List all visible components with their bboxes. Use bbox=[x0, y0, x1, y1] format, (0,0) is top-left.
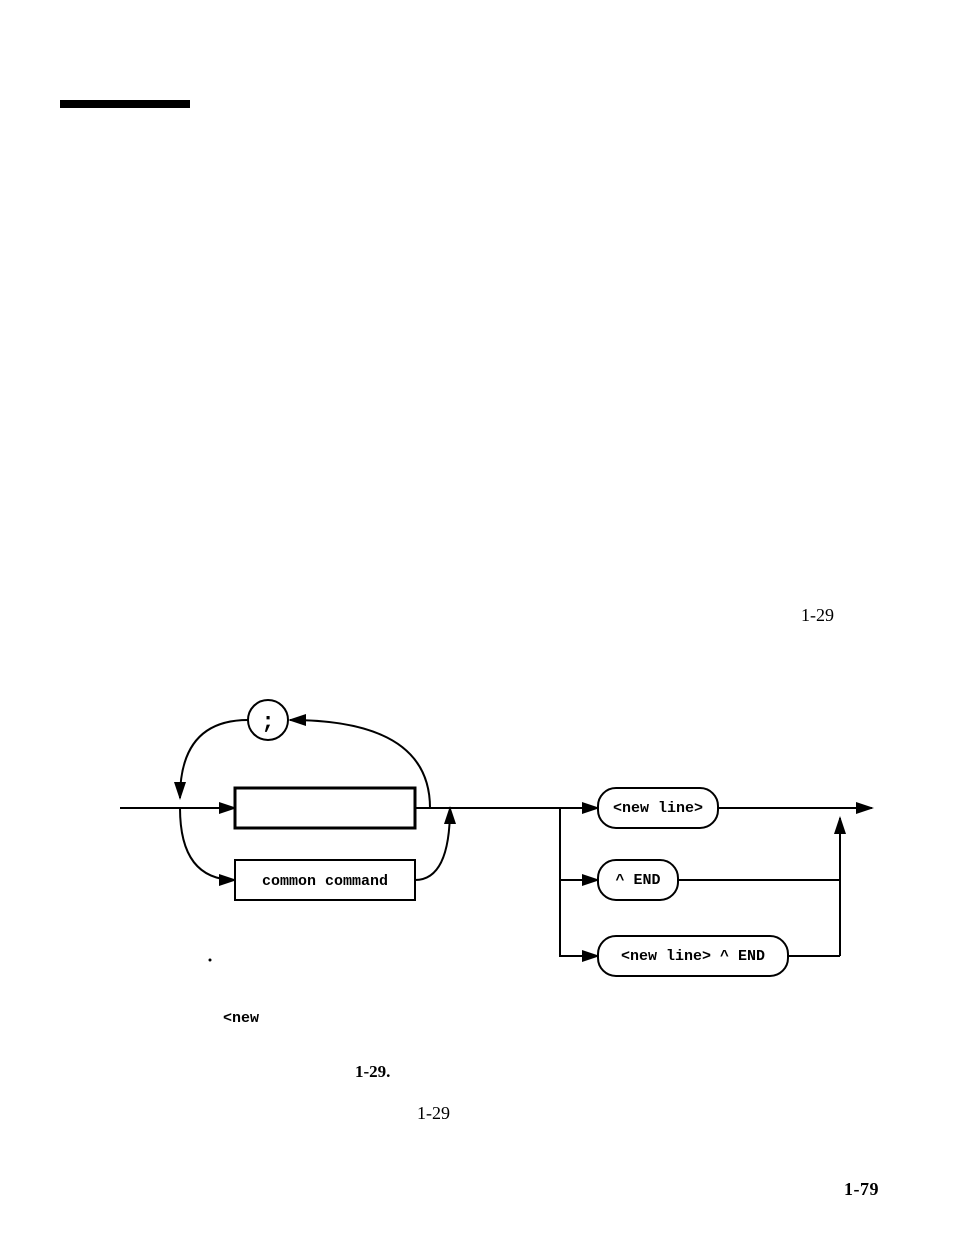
figure-ref: 1-29 bbox=[417, 1103, 450, 1124]
end-label: ^ END bbox=[615, 872, 660, 889]
header-rule bbox=[60, 100, 190, 108]
page-number: 1-79 bbox=[844, 1179, 879, 1200]
semicolon-label: ; bbox=[261, 710, 274, 735]
newline-label: <new line> bbox=[613, 800, 703, 817]
figure-number: 1-29. bbox=[355, 1062, 390, 1082]
syntax-diagram: common command ; <new line> ^ END <new l… bbox=[120, 680, 880, 990]
figure-ref-right: 1-29 bbox=[801, 605, 834, 626]
newline-end-label: <new line> ^ END bbox=[621, 948, 765, 965]
common-command-label: common command bbox=[262, 873, 388, 890]
stray-new-text: <new bbox=[223, 1010, 259, 1027]
